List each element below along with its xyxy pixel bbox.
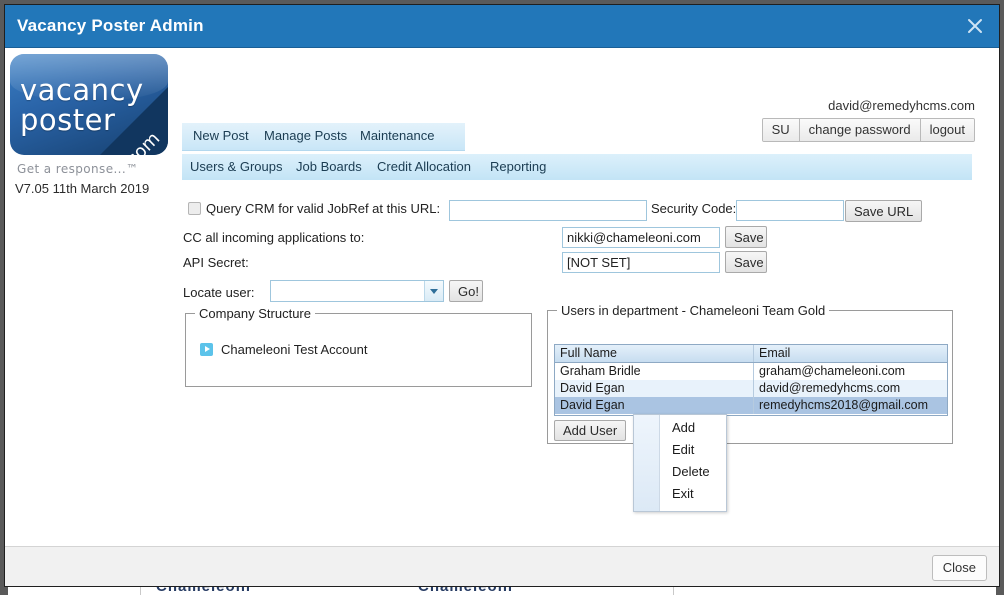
locate-user-label: Locate user: [183, 285, 255, 300]
locate-user-selected-value [271, 281, 424, 301]
query-crm-checkbox[interactable] [188, 202, 201, 215]
column-header-full-name: Full Name [555, 345, 754, 362]
table-row[interactable]: David Egan david@remedyhcms.com [555, 380, 947, 397]
cell-full-name: David Egan [555, 397, 754, 414]
context-menu-icon-gutter [634, 415, 660, 511]
logo-tile: vacancy poster .com [10, 54, 168, 155]
cc-save-button[interactable]: Save [725, 226, 767, 248]
users-table-header-row: Full Name Email [555, 345, 947, 363]
save-url-button[interactable]: Save URL [845, 200, 923, 222]
cc-applications-input[interactable] [562, 227, 720, 248]
context-menu-item-delete[interactable]: Delete [660, 461, 726, 483]
users-in-department-legend: Users in department - Chameleoni Team Go… [557, 303, 830, 318]
crm-url-input[interactable] [449, 200, 647, 221]
context-menu-item-exit[interactable]: Exit [660, 483, 726, 505]
window-titlebar: Vacancy Poster Admin [5, 5, 999, 48]
locate-user-go-button[interactable]: Go! [449, 280, 483, 302]
nav-item-users-and-groups[interactable]: Users & Groups [190, 159, 282, 174]
security-code-input[interactable] [736, 200, 844, 221]
chevron-down-icon[interactable] [424, 281, 443, 301]
close-button[interactable]: Close [931, 555, 987, 581]
tree-item-chameleoni-test-account[interactable]: Chameleoni Test Account [200, 342, 367, 357]
cell-full-name: David Egan [555, 380, 754, 397]
cell-email: remedyhcms2018@gmail.com [759, 398, 929, 412]
modal-body: vacancy poster .com Get a response...™ V… [5, 48, 999, 546]
secondary-nav-bar: Users & Groups Job Boards Credit Allocat… [182, 154, 972, 180]
cell-email: david@remedyhcms.com [759, 381, 901, 395]
users-table: Full Name Email Graham Bridle graham@cha… [554, 344, 948, 416]
background-text-left: Chameleoni [156, 586, 252, 595]
nav-item-manage-posts[interactable]: Manage Posts [264, 128, 347, 143]
app-version-label: V7.05 11th March 2019 [15, 181, 150, 196]
security-code-label: Security Code: [651, 201, 737, 216]
window-title: Vacancy Poster Admin [17, 16, 204, 35]
nav-item-credit-allocation[interactable]: Credit Allocation [377, 159, 471, 174]
cc-applications-label: CC all incoming applications to: [183, 230, 365, 245]
context-menu: Add Edit Delete Exit [633, 414, 727, 512]
add-user-button[interactable]: Add User [554, 420, 626, 441]
column-header-email: Email [759, 346, 791, 360]
close-x-icon[interactable] [963, 14, 987, 38]
primary-nav-bar: New Post Manage Posts Maintenance [182, 123, 465, 151]
users-in-department-panel: Users in department - Chameleoni Team Go… [547, 303, 953, 444]
admin-modal-window: Vacancy Poster Admin vacancy poster .com… [4, 4, 1000, 587]
account-email-label: david@remedyhcms.com [828, 98, 975, 113]
api-secret-label: API Secret: [183, 255, 249, 270]
context-menu-item-add[interactable]: Add [660, 417, 726, 439]
expand-triangle-icon[interactable] [200, 343, 213, 356]
company-structure-panel: Company Structure Chameleoni Test Accoun… [185, 306, 532, 387]
logout-button[interactable]: logout [920, 119, 974, 141]
api-secret-input[interactable] [562, 252, 720, 273]
background-page-strip: Chameleoni Chameleoni [8, 586, 996, 595]
nav-item-reporting[interactable]: Reporting [490, 159, 546, 174]
nav-item-new-post[interactable]: New Post [193, 128, 249, 143]
su-button[interactable]: SU [762, 119, 800, 141]
modal-footer: Close [5, 546, 999, 586]
cell-email: graham@chameleoni.com [759, 364, 906, 378]
context-menu-item-edit[interactable]: Edit [660, 439, 726, 461]
query-crm-label: Query CRM for valid JobRef at this URL: [206, 201, 441, 216]
tree-item-label: Chameleoni Test Account [221, 342, 368, 357]
api-secret-save-button[interactable]: Save [725, 251, 767, 273]
logo-tagline: Get a response...™ [17, 162, 139, 176]
context-menu-items: Add Edit Delete Exit [660, 415, 726, 511]
brand-logo: vacancy poster .com Get a response...™ V… [10, 54, 170, 196]
background-text-right: Chameleoni [418, 586, 514, 595]
table-row[interactable]: Graham Bridle graham@chameleoni.com [555, 363, 947, 380]
cell-full-name: Graham Bridle [555, 363, 754, 380]
nav-item-maintenance[interactable]: Maintenance [360, 128, 434, 143]
company-structure-legend: Company Structure [195, 306, 315, 321]
nav-item-job-boards[interactable]: Job Boards [296, 159, 362, 174]
account-button-group: SU change password logout [761, 118, 975, 142]
change-password-button[interactable]: change password [799, 119, 921, 141]
locate-user-select[interactable] [270, 280, 444, 302]
table-row-selected[interactable]: David Egan remedyhcms2018@gmail.com [555, 397, 947, 414]
